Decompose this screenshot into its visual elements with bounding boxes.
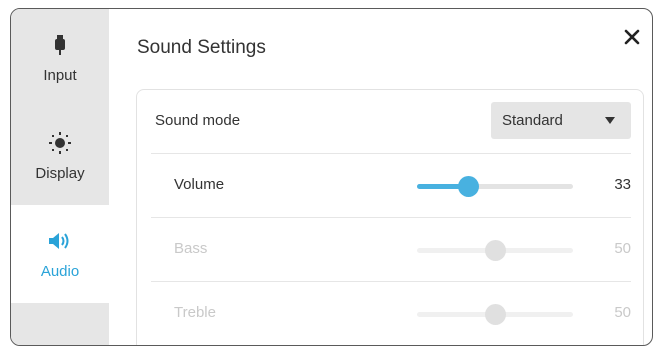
bass-slider	[417, 240, 573, 261]
volume-row: Volume 33	[137, 154, 643, 218]
slider-fill	[417, 312, 495, 317]
sound-mode-select[interactable]: Standard	[491, 102, 631, 139]
volume-label: Volume	[174, 176, 225, 193]
sidebar-item-display[interactable]: Display	[11, 107, 109, 205]
bass-row: Bass 50	[137, 218, 643, 282]
sidebar-item-input[interactable]: Input	[11, 9, 109, 107]
volume-slider[interactable]	[417, 176, 573, 197]
sidebar-item-label: Audio	[40, 262, 80, 280]
sound-mode-value: Standard	[502, 112, 563, 129]
chevron-down-icon	[605, 117, 615, 124]
sidebar-item-label: Input	[43, 66, 77, 84]
sound-mode-label: Sound mode	[155, 112, 241, 129]
volume-value: 33	[614, 176, 631, 193]
treble-slider	[417, 304, 573, 325]
slider-handle	[485, 304, 506, 325]
sidebar-item-label: Display	[35, 164, 85, 182]
sound-settings-window: Input Display Audio Sound Settings Sound…	[10, 8, 653, 346]
bass-label: Bass	[174, 240, 208, 257]
sidebar: Input Display Audio	[11, 9, 109, 345]
plug-icon	[53, 33, 67, 57]
treble-label: Treble	[174, 304, 216, 321]
treble-value: 50	[614, 304, 631, 321]
bass-value: 50	[614, 240, 631, 257]
slider-handle	[485, 240, 506, 261]
page-title: Sound Settings	[137, 37, 266, 58]
speaker-icon	[48, 229, 72, 253]
treble-row: Treble 50	[137, 282, 643, 346]
close-icon[interactable]	[622, 27, 642, 47]
sidebar-item-audio[interactable]: Audio	[11, 205, 109, 303]
divider	[151, 345, 631, 346]
sound-mode-row: Sound mode Standard	[137, 90, 643, 154]
settings-card: Sound mode Standard Volume 33 Bass 50 Tr…	[136, 89, 644, 346]
slider-handle[interactable]	[458, 176, 480, 197]
slider-fill	[417, 248, 495, 253]
brightness-icon	[49, 131, 71, 155]
